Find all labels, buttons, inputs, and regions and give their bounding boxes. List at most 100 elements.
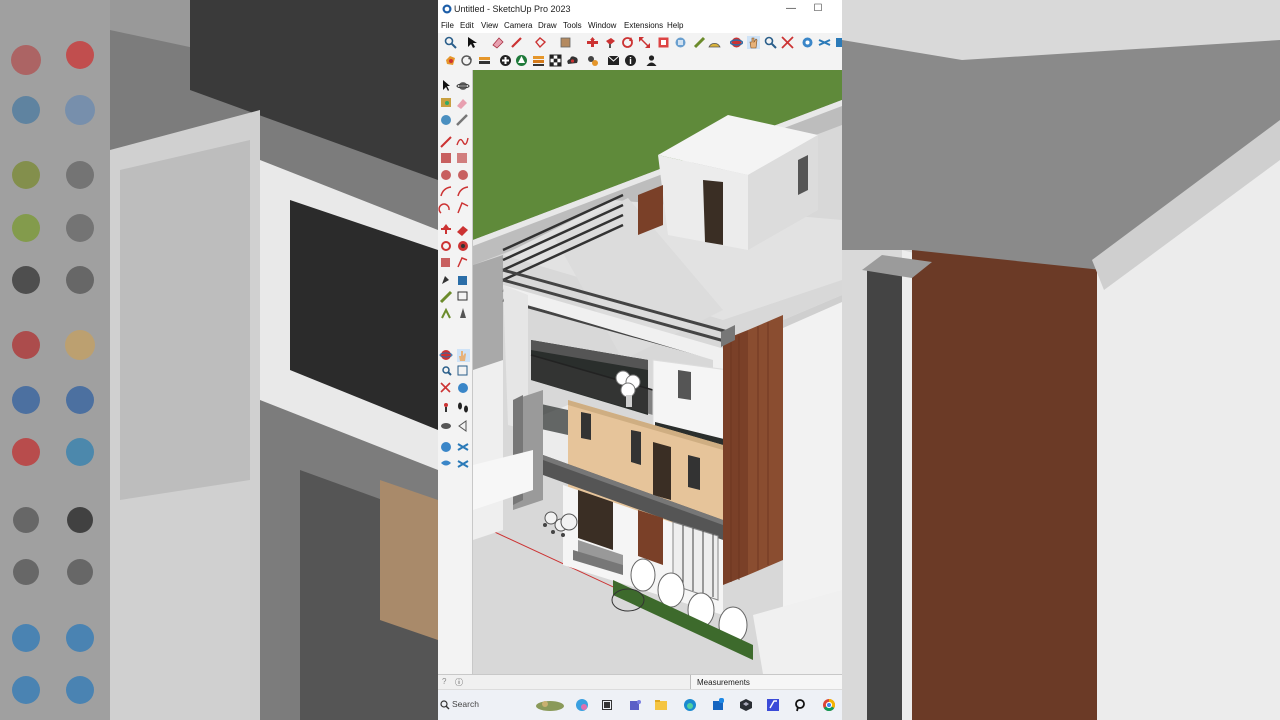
sandbox-icon[interactable] — [818, 36, 831, 49]
cloud-icon[interactable] — [566, 54, 579, 67]
menu-file[interactable]: File — [441, 21, 454, 30]
refresh-icon[interactable] — [460, 54, 473, 67]
paint-icon[interactable] — [559, 36, 572, 49]
pan-view-icon[interactable] — [457, 349, 470, 362]
paint-bucket-icon[interactable] — [441, 98, 451, 107]
eraser-icon[interactable] — [491, 36, 504, 49]
tree-icon[interactable] — [515, 54, 528, 67]
stamp-icon[interactable] — [457, 460, 469, 468]
sketchup-icon[interactable] — [739, 698, 753, 712]
move-icon[interactable] — [441, 224, 451, 234]
info-icon[interactable]: ⓘ — [455, 677, 463, 688]
push-pull-icon[interactable] — [457, 226, 468, 236]
eraser-icon[interactable] — [457, 99, 467, 109]
visual-studio-icon[interactable] — [766, 698, 780, 712]
dimension-icon[interactable] — [458, 276, 467, 285]
edge-icon[interactable] — [683, 698, 697, 712]
weather-icon[interactable] — [535, 698, 565, 712]
arc-2pt-icon[interactable] — [438, 203, 450, 214]
shape-icon[interactable] — [534, 36, 547, 49]
teams-icon[interactable] — [628, 698, 642, 712]
polygon-icon[interactable] — [458, 170, 468, 180]
task-view-icon[interactable] — [600, 698, 614, 712]
offset-icon[interactable] — [457, 257, 468, 268]
rotated-rectangle-icon[interactable] — [457, 153, 467, 163]
warehouse-icon[interactable] — [444, 54, 457, 67]
text-icon[interactable] — [457, 291, 468, 301]
chrome-icon[interactable] — [822, 698, 836, 712]
tag-icon[interactable] — [441, 115, 451, 125]
pinterest-icon[interactable] — [794, 698, 808, 712]
protractor-icon[interactable] — [439, 290, 453, 304]
tape-icon[interactable] — [693, 36, 706, 49]
protractor-icon[interactable] — [708, 36, 721, 49]
sandbox-contours-icon[interactable] — [457, 443, 469, 451]
pencil-icon[interactable] — [456, 114, 468, 126]
section-icon[interactable] — [801, 36, 814, 49]
smoove-icon[interactable] — [441, 460, 451, 466]
zoom-extents-icon[interactable] — [440, 382, 451, 393]
minimize-button[interactable]: — — [784, 3, 798, 15]
look-around-icon[interactable] — [441, 423, 451, 429]
rotate-icon[interactable] — [441, 241, 451, 251]
user-icon[interactable] — [645, 54, 658, 67]
freehand-icon[interactable] — [456, 137, 469, 146]
3d-text-icon[interactable] — [460, 308, 466, 318]
zoom-icon[interactable] — [442, 366, 452, 376]
checker-icon[interactable] — [549, 54, 562, 67]
menu-view[interactable]: View — [481, 21, 498, 30]
measurements-box[interactable]: Measurements — [690, 675, 842, 690]
sandbox-scratch-icon[interactable] — [441, 442, 451, 452]
menu-extensions[interactable]: Extensions — [624, 21, 663, 30]
zoom-icon[interactable] — [444, 36, 457, 49]
select-icon[interactable] — [443, 80, 450, 91]
walk-icon[interactable] — [458, 402, 468, 413]
menu-window[interactable]: Window — [588, 21, 616, 30]
layers-icon[interactable] — [532, 54, 545, 67]
follow-me-icon[interactable] — [674, 36, 687, 49]
offset-icon[interactable] — [657, 36, 670, 49]
section-plane-icon[interactable] — [458, 420, 467, 432]
circle-icon[interactable] — [441, 170, 451, 180]
file-explorer-icon[interactable] — [654, 698, 668, 712]
tape-measure-icon[interactable] — [442, 276, 449, 284]
taskbar-search[interactable]: Search — [440, 697, 530, 714]
maximize-button[interactable]: ☐ — [811, 3, 825, 15]
drawing-viewport[interactable] — [473, 70, 842, 674]
scale-icon[interactable] — [638, 36, 651, 49]
pie-icon[interactable] — [457, 186, 469, 197]
hint-icon[interactable]: ? — [442, 677, 446, 686]
scale-icon[interactable] — [441, 258, 450, 267]
axes-icon[interactable] — [441, 307, 451, 319]
zoom-window-icon[interactable] — [457, 365, 468, 376]
add-location-icon[interactable] — [499, 54, 512, 67]
previous-view-icon[interactable] — [458, 383, 468, 393]
line-icon[interactable] — [440, 136, 452, 148]
select-icon[interactable] — [465, 36, 478, 49]
orbit-view-icon[interactable] — [439, 350, 453, 360]
rectangle-icon[interactable] — [441, 153, 451, 163]
menu-help[interactable]: Help — [667, 21, 683, 30]
menu-camera[interactable]: Camera — [504, 21, 532, 30]
zoom-extents-icon[interactable] — [781, 36, 794, 49]
orbit-icon[interactable] — [730, 36, 743, 49]
menu-edit[interactable]: Edit — [460, 21, 474, 30]
zoom-window-icon[interactable] — [764, 36, 777, 49]
components-icon[interactable] — [478, 54, 491, 67]
push-pull-icon[interactable] — [604, 36, 617, 49]
menu-tools[interactable]: Tools — [563, 21, 582, 30]
rotate-icon[interactable] — [621, 36, 634, 49]
follow-me-icon[interactable] — [458, 241, 468, 251]
arc-3pt-icon[interactable] — [457, 201, 469, 214]
info-icon[interactable] — [624, 54, 637, 67]
orbit-icon[interactable] — [456, 82, 470, 90]
copilot-icon[interactable] — [575, 698, 589, 712]
arc-icon[interactable] — [440, 186, 452, 197]
pencil-icon[interactable] — [510, 36, 523, 49]
pan-icon[interactable] — [747, 36, 760, 49]
mail-icon[interactable] — [607, 54, 620, 67]
store-icon[interactable] — [711, 698, 725, 712]
move-icon[interactable] — [586, 36, 599, 49]
menu-draw[interactable]: Draw — [538, 21, 557, 30]
position-camera-icon[interactable] — [444, 403, 448, 412]
